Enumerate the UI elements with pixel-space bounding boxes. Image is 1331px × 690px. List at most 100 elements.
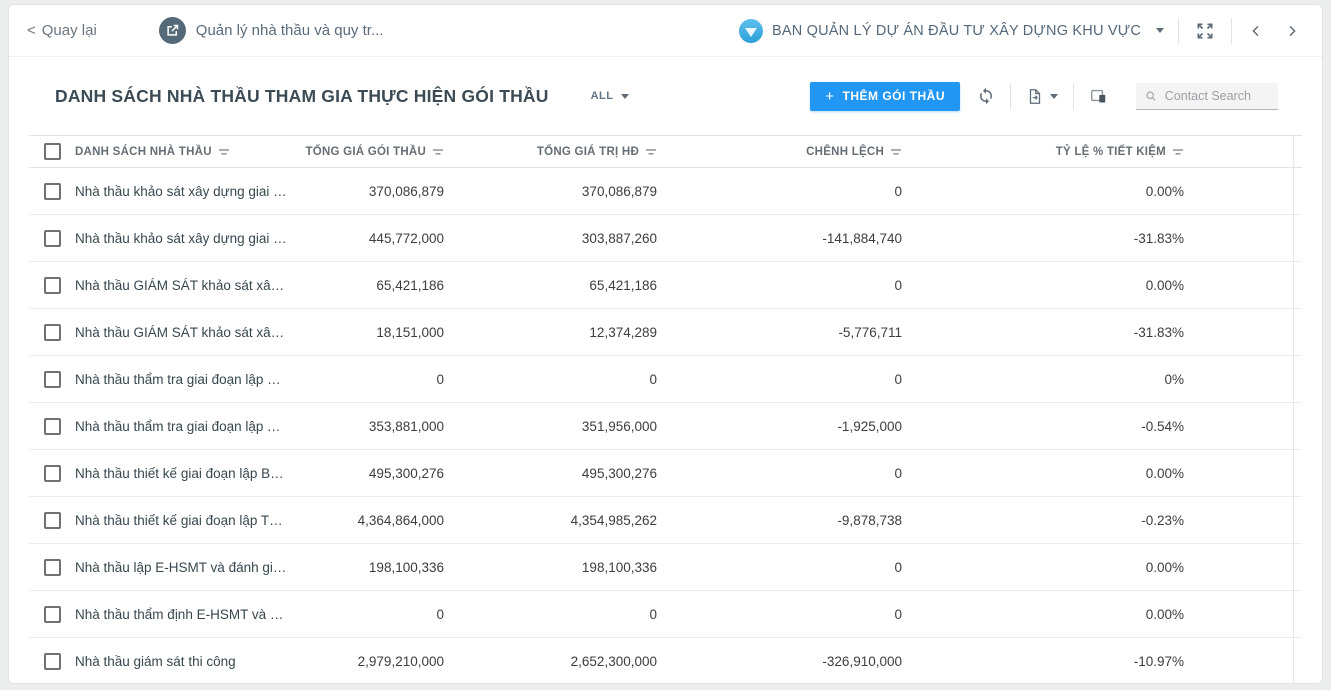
next-button[interactable]	[1282, 21, 1302, 41]
chevron-down-icon	[1050, 94, 1058, 99]
table-header: DANH SÁCH NHÀ THẦU TỔNG GIÁ GÓI THẦU TỔN…	[29, 135, 1302, 168]
select-all-checkbox[interactable]	[44, 143, 61, 160]
contractor-name[interactable]: Nhà thầu thiết kế giai đoạn lập BC.NCK .…	[75, 466, 298, 481]
filter-icon[interactable]	[890, 147, 902, 157]
row-checkbox[interactable]	[44, 324, 61, 341]
saving-pct-value: 0%	[916, 372, 1198, 387]
total-package-value: 495,300,276	[298, 466, 458, 481]
filter-icon[interactable]	[218, 147, 230, 157]
contractor-name[interactable]: Nhà thầu lập E-HSMT và đánh giá E-HSDT	[75, 560, 298, 575]
contractor-name[interactable]: Nhà thầu thiết kế giai đoạn lập TKBVTC	[75, 513, 298, 528]
total-package-value: 2,979,210,000	[298, 654, 458, 669]
page-title: DANH SÁCH NHÀ THẦU THAM GIA THỰC HIỆN GÓ…	[55, 86, 549, 107]
total-contract-value: 4,354,985,262	[458, 513, 671, 528]
contractor-name[interactable]: Nhà thầu GIÁM SÁT khảo sát xây dựng ...	[75, 325, 298, 340]
total-contract-value: 2,652,300,000	[458, 654, 671, 669]
difference-value: -9,878,738	[671, 513, 916, 528]
row-checkbox[interactable]	[44, 418, 61, 435]
refresh-button[interactable]	[975, 85, 997, 107]
filter-icon[interactable]	[432, 147, 444, 157]
column-chooser-button[interactable]	[1087, 85, 1110, 108]
org-selector[interactable]: BAN QUẢN LÝ DỰ ÁN ĐẦU TƯ XÂY DỰNG KHU VỰ…	[739, 19, 1164, 43]
difference-value: 0	[671, 560, 916, 575]
total-package-value: 353,881,000	[298, 419, 458, 434]
table-row: Nhà thầu lập E-HSMT và đánh giá E-HSDT 1…	[29, 544, 1302, 591]
divider	[1010, 84, 1011, 109]
divider	[1073, 84, 1074, 109]
total-package-value: 18,151,000	[298, 325, 458, 340]
search-box	[1136, 83, 1278, 110]
col-header-saving-pct[interactable]: TỶ LỆ % TIẾT KIỆM	[916, 146, 1198, 158]
module-link[interactable]: Quản lý nhà thầu và quy tr...	[159, 17, 384, 44]
total-package-value: 445,772,000	[298, 231, 458, 246]
difference-value: 0	[671, 466, 916, 481]
total-contract-value: 370,086,879	[458, 184, 671, 199]
table-right-divider	[1293, 135, 1294, 683]
col-header-name[interactable]: DANH SÁCH NHÀ THẦU	[75, 146, 298, 158]
scope-label: ALL	[591, 90, 614, 102]
add-package-label: THÊM GÓI THẦU	[843, 89, 946, 103]
row-checkbox[interactable]	[44, 465, 61, 482]
scope-dropdown[interactable]: ALL	[591, 90, 629, 102]
row-checkbox[interactable]	[44, 230, 61, 247]
export-button[interactable]	[1024, 85, 1060, 108]
contractor-name[interactable]: Nhà thầu khảo sát xây dựng giai đoạn ...	[75, 184, 298, 199]
saving-pct-value: -31.83%	[916, 325, 1198, 340]
saving-pct-value: -31.83%	[916, 231, 1198, 246]
contractor-name[interactable]: Nhà thầu giám sát thi công	[75, 654, 298, 669]
back-label: Quay lại	[42, 22, 97, 39]
saving-pct-value: 0.00%	[916, 607, 1198, 622]
col-header-difference[interactable]: CHÊNH LỆCH	[671, 146, 916, 158]
add-package-button[interactable]: + THÊM GÓI THẦU	[810, 82, 960, 111]
search-input[interactable]	[1165, 89, 1269, 103]
col-header-total-package[interactable]: TỔNG GIÁ GÓI THẦU	[298, 146, 458, 158]
back-chevron-icon: <	[27, 22, 36, 39]
saving-pct-value: -0.54%	[916, 419, 1198, 434]
difference-value: -326,910,000	[671, 654, 916, 669]
row-checkbox[interactable]	[44, 606, 61, 623]
screen: < Quay lại Quản lý nhà thầu và quy tr...…	[0, 0, 1331, 690]
prev-button[interactable]	[1246, 21, 1266, 41]
fullscreen-button[interactable]	[1193, 19, 1217, 43]
table-row: Nhà thầu thiết kế giai đoạn lập BC.NCK .…	[29, 450, 1302, 497]
saving-pct-value: -0.23%	[916, 513, 1198, 528]
table-row: Nhà thầu thiết kế giai đoạn lập TKBVTC 4…	[29, 497, 1302, 544]
difference-value: 0	[671, 278, 916, 293]
total-contract-value: 351,956,000	[458, 419, 671, 434]
table-row: Nhà thầu thẩm tra giai đoạn lập TKBVTC 3…	[29, 403, 1302, 450]
back-button[interactable]: < Quay lại	[27, 22, 97, 39]
difference-value: 0	[671, 372, 916, 387]
saving-pct-value: -10.97%	[916, 654, 1198, 669]
total-contract-value: 0	[458, 372, 671, 387]
contractor-name[interactable]: Nhà thầu GIÁM SÁT khảo sát xây dựng ...	[75, 278, 298, 293]
table-row: Nhà thầu khảo sát xây dựng giai đoạn ...…	[29, 168, 1302, 215]
row-checkbox[interactable]	[44, 512, 61, 529]
open-in-new-icon	[159, 17, 186, 44]
table-row: Nhà thầu GIÁM SÁT khảo sát xây dựng ... …	[29, 309, 1302, 356]
row-checkbox[interactable]	[44, 371, 61, 388]
contractor-name[interactable]: Nhà thầu thẩm định E-HSMT và KQLCNT	[75, 607, 298, 622]
total-contract-value: 65,421,186	[458, 278, 671, 293]
contractor-name[interactable]: Nhà thầu thẩm tra giai đoạn lập TKBVTC	[75, 419, 298, 434]
total-contract-value: 303,887,260	[458, 231, 671, 246]
row-checkbox[interactable]	[44, 277, 61, 294]
filter-icon[interactable]	[1172, 147, 1184, 157]
difference-value: -5,776,711	[671, 325, 916, 340]
total-package-value: 0	[298, 607, 458, 622]
chevron-down-icon	[621, 94, 629, 99]
difference-value: 0	[671, 184, 916, 199]
difference-value: 0	[671, 607, 916, 622]
total-contract-value: 12,374,289	[458, 325, 671, 340]
row-checkbox[interactable]	[44, 559, 61, 576]
table-row: Nhà thầu thẩm định E-HSMT và KQLCNT 0 0 …	[29, 591, 1302, 638]
difference-value: -1,925,000	[671, 419, 916, 434]
total-contract-value: 0	[458, 607, 671, 622]
table-row: Nhà thầu giám sát thi công 2,979,210,000…	[29, 638, 1302, 684]
row-checkbox[interactable]	[44, 653, 61, 670]
contractor-name[interactable]: Nhà thầu khảo sát xây dựng giai đoạn ...	[75, 231, 298, 246]
saving-pct-value: 0.00%	[916, 560, 1198, 575]
filter-icon[interactable]	[645, 147, 657, 157]
contractor-name[interactable]: Nhà thầu thẩm tra giai đoạn lập BC.NC ..…	[75, 372, 298, 387]
col-header-total-contract[interactable]: TỔNG GIÁ TRỊ HĐ	[458, 146, 671, 158]
row-checkbox[interactable]	[44, 183, 61, 200]
